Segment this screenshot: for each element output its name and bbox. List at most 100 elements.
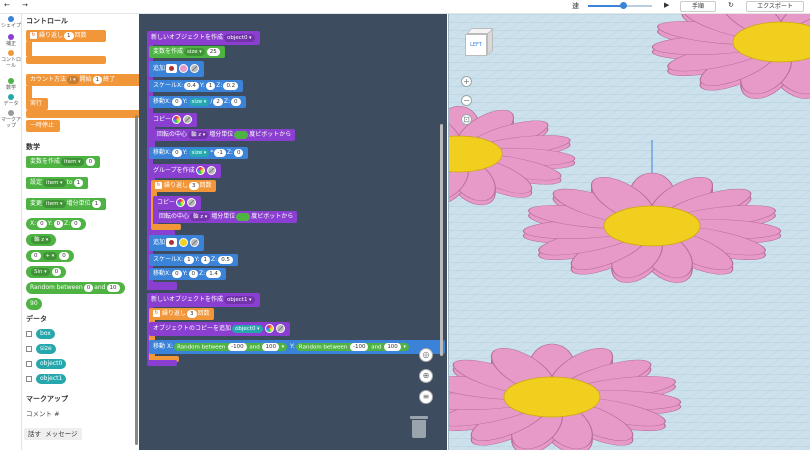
fit-view-button[interactable]: ⊡	[461, 114, 472, 125]
axis-dropdown[interactable]: 軸 z	[190, 212, 211, 221]
add-box-block[interactable]: 追加	[149, 61, 205, 77]
play-button[interactable]: ▶	[664, 1, 669, 9]
palette-change-var-block[interactable]: 変更item増分単位1	[26, 198, 107, 210]
x-input[interactable]: 0	[37, 219, 47, 228]
object-dropdown[interactable]: object0	[224, 33, 255, 42]
var-dropdown[interactable]: item	[61, 157, 84, 166]
size-var-chip[interactable]: size	[188, 97, 210, 106]
repeat-count-input[interactable]: 3	[189, 181, 199, 190]
hole-toggle-icon[interactable]	[275, 324, 285, 333]
z-input[interactable]: 0.5	[218, 255, 233, 264]
operand-input[interactable]: -1	[214, 148, 226, 157]
palette-axis-block[interactable]: 軸 z	[26, 234, 57, 246]
message-input[interactable]: メッセージ	[45, 430, 77, 438]
z-input[interactable]: 0	[71, 219, 81, 228]
var-size[interactable]: size	[36, 344, 56, 354]
workspace-scrollbar[interactable]	[440, 124, 443, 356]
rainbow-color-icon[interactable]	[195, 166, 205, 175]
x-input[interactable]: 0	[172, 97, 182, 106]
min-input[interactable]: 0	[83, 283, 94, 292]
undo-icon[interactable]: ←	[4, 1, 10, 9]
y-input[interactable]: 0	[53, 219, 64, 228]
x-input[interactable]: 0	[172, 269, 182, 278]
x-input[interactable]: 1	[184, 255, 194, 264]
group-block[interactable]: グループを作成	[149, 164, 221, 178]
size-var-chip[interactable]: size	[188, 148, 210, 157]
rotate-block[interactable]: 回転の中心軸 z増分単位度ピボットから	[155, 211, 298, 223]
zoom-in-workspace-button[interactable]: ⊕	[419, 369, 433, 383]
export-button[interactable]: エクスポート	[746, 1, 804, 12]
axis-dropdown[interactable]: 軸 z	[188, 130, 209, 139]
y-input[interactable]: 1	[200, 255, 211, 264]
palette-pause-block[interactable]: 一時停止	[26, 120, 60, 132]
scale-block[interactable]: スケールX: 1 Y: 1 Z: 0.5	[149, 254, 238, 266]
var-box[interactable]: box	[36, 329, 55, 339]
redo-icon[interactable]: →	[22, 1, 28, 9]
size-checkbox[interactable]	[26, 346, 32, 352]
hole-toggle-icon[interactable]	[183, 115, 193, 124]
move-block[interactable]: 移動X:0Y:size/2Z:0	[149, 96, 246, 108]
create-var-block[interactable]: 変数を作成size25	[149, 46, 225, 58]
count-var-dropdown[interactable]: i	[67, 75, 79, 84]
value-input[interactable]: 0	[85, 157, 96, 166]
random-x-block[interactable]: Random between -100 and 100	[174, 342, 288, 351]
palette-create-var-block[interactable]: 変数を作成item0	[26, 156, 101, 168]
palette-sin-block[interactable]: Sin0	[26, 266, 67, 278]
y-input[interactable]: 1	[205, 81, 216, 90]
operand-input[interactable]: 0	[59, 251, 69, 260]
min-input[interactable]: -100	[349, 342, 369, 351]
zoom-in-button[interactable]: +	[461, 76, 472, 87]
scale-block[interactable]: スケールX: 0.4 Y: 1 Z: 0.2	[149, 80, 244, 92]
function-dropdown[interactable]: Sin	[31, 267, 50, 276]
z-input[interactable]: 1.4	[206, 269, 221, 278]
angle-value[interactable]: 90	[30, 300, 38, 307]
operand-input[interactable]: 2	[213, 97, 223, 106]
max-input[interactable]: 100	[262, 342, 279, 351]
palette-set-var-block[interactable]: 設定itemto1	[26, 177, 89, 189]
move-block[interactable]: 移動X:0Y:size*-1Z:0	[149, 147, 249, 159]
operand-input[interactable]: 0	[51, 267, 62, 276]
reset-icon[interactable]: ↻	[728, 1, 734, 9]
axis-dropdown[interactable]: 軸 z	[31, 235, 52, 244]
code-workspace[interactable]: 新しいオブジェクトを作成object0 変数を作成size25 追加 スケールX…	[139, 14, 447, 450]
value-input[interactable]: 1	[91, 199, 102, 208]
hole-toggle-icon[interactable]	[190, 64, 200, 73]
rainbow-color-icon[interactable]	[176, 198, 186, 207]
speed-slider[interactable]	[588, 2, 652, 9]
category-control[interactable]: コントロール	[0, 50, 22, 69]
random-y-block[interactable]: Random between -100 and 100	[295, 342, 409, 351]
palette-repeat-block[interactable]: ↻ 繰り返し 1 回数	[26, 30, 106, 42]
repeat-count-input[interactable]: 1	[64, 31, 74, 40]
object0-checkbox[interactable]	[26, 361, 32, 367]
hole-toggle-icon[interactable]	[206, 166, 216, 175]
palette-xyz-block[interactable]: X: 0 Y: 0 Z: 0	[26, 218, 86, 230]
create-object-block[interactable]: 新しいオブジェクトを作成 object0	[147, 31, 260, 45]
copy-block[interactable]: コピー	[153, 196, 202, 210]
palette-say-block[interactable]: 話す メッセージ	[24, 428, 82, 440]
rotate-block[interactable]: 回転の中心軸 z増分単位度ピボットから	[153, 129, 296, 141]
max-input[interactable]: 100	[384, 342, 401, 351]
trash-icon[interactable]	[410, 416, 428, 438]
move-block[interactable]: 移動X: 0 Y: 0 Z: 1.4	[149, 268, 226, 280]
x-input[interactable]: 0.4	[184, 81, 199, 90]
center-workspace-button[interactable]: ◎	[419, 348, 433, 362]
repeat-block[interactable]: ↻ 繰り返し 3 回数	[149, 308, 214, 320]
box-checkbox[interactable]	[26, 331, 32, 337]
palette-arith-block[interactable]: 0+0	[26, 250, 74, 262]
create-object-block[interactable]: 新しいオブジェクトを作成 object1	[147, 293, 260, 307]
var-dropdown[interactable]: size	[184, 47, 205, 56]
var-dropdown[interactable]: item	[43, 199, 66, 208]
value-input[interactable]: 25	[206, 47, 220, 56]
speed-slider-thumb[interactable]	[620, 2, 628, 9]
rainbow-color-icon[interactable]	[172, 115, 182, 124]
z-input[interactable]: 0.2	[223, 81, 239, 90]
hole-toggle-icon[interactable]	[187, 198, 197, 207]
palette-scrollbar[interactable]	[135, 115, 138, 445]
angle-input[interactable]	[236, 212, 251, 221]
3d-viewport[interactable]: LEFT + − ⊡	[448, 14, 810, 450]
var-object0[interactable]: object0	[36, 359, 67, 369]
z-input[interactable]: 0	[233, 148, 244, 157]
rainbow-color-icon[interactable]	[264, 324, 274, 333]
zoom-out-button[interactable]: −	[461, 95, 472, 106]
y-input[interactable]: 0	[188, 269, 199, 278]
